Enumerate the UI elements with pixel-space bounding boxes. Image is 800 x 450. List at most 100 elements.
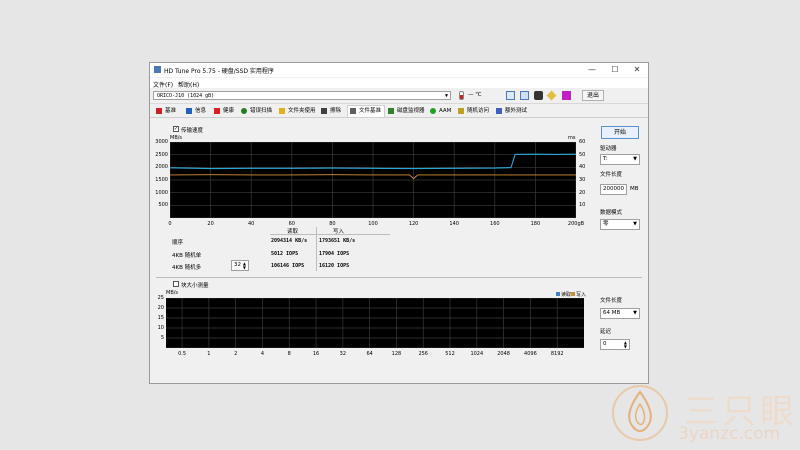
minimize-button[interactable]: — <box>581 63 603 77</box>
y2-tick-label: 40 <box>579 164 586 171</box>
block-x-tick-label: 16 <box>312 351 320 357</box>
options-icon[interactable] <box>546 90 557 101</box>
tab-health[interactable]: 健康 <box>212 106 242 116</box>
window-title: HD Tune Pro 5.75 - 硬盘/SSD 实用程序 <box>164 68 274 75</box>
benchmark-icon <box>156 108 162 114</box>
watermark: 三只眼 3yanzc.com <box>608 378 800 450</box>
block-file-length-select[interactable]: 64 MB ▼ <box>600 308 640 319</box>
y-tick-label: 2500 <box>155 151 168 158</box>
start-button[interactable]: 开始 <box>601 126 639 139</box>
tab-extra-tests[interactable]: 额外测试 <box>494 106 532 116</box>
random-4kb-single-label: 4KB 随机单 <box>172 253 202 259</box>
spin-arrows-icon: ▲ ▼ <box>242 261 246 270</box>
app-icon <box>154 66 161 73</box>
block-x-tick-label: 4096 <box>524 351 537 357</box>
tab-file-benchmark[interactable]: 文件基准 <box>347 105 385 117</box>
block-x-tick-label: 64 <box>366 351 373 357</box>
error-scan-icon <box>241 108 247 114</box>
erase-icon <box>321 108 327 114</box>
info-icon <box>186 108 192 114</box>
block-file-length-label: 文件长度 <box>600 298 623 304</box>
block-x-tick-label: 4 <box>260 351 265 357</box>
data-mode-label: 数据模式 <box>600 210 623 216</box>
x-tick-label: 40 <box>248 221 255 227</box>
tab-folder-usage[interactable]: 文件夹使用 <box>277 106 319 116</box>
file-benchmark-icon <box>350 108 356 114</box>
tab-benchmark[interactable]: 基准 <box>154 106 184 116</box>
file-length-value: 200000 <box>603 186 624 192</box>
disk-monitor-icon <box>388 108 394 114</box>
delay-stepper[interactable]: 0 ▲ ▼ <box>600 339 630 350</box>
drive-selector[interactable]: ORICO-J10 (1024 gB) ▼ <box>153 91 451 100</box>
block-x-tick-label: 2 <box>234 351 238 357</box>
save-icon[interactable] <box>562 91 571 100</box>
watermark-url: 3yanzc.com <box>678 424 781 444</box>
random-access-icon <box>458 108 464 114</box>
y-tick-label: 500 <box>158 202 168 209</box>
tab-aam[interactable]: AAM <box>428 106 456 116</box>
extra-tests-icon <box>496 108 502 114</box>
tab-info[interactable]: 信息 <box>184 106 214 116</box>
y-tick-label: 1500 <box>155 177 168 183</box>
file-length-input[interactable]: 200000 <box>600 184 627 195</box>
y2-tick-label: 30 <box>579 177 586 183</box>
y-tick-label: 2000 <box>155 164 168 171</box>
title-bar[interactable]: HD Tune Pro 5.75 - 硬盘/SSD 实用程序 — ☐ ✕ <box>150 63 648 77</box>
y-axis-unit: MB/s <box>170 135 183 141</box>
maximize-button[interactable]: ☐ <box>604 63 626 77</box>
menu-bar: 文件(F) 帮助(H) <box>150 78 648 89</box>
block-size-checkbox[interactable] <box>173 281 179 287</box>
drive-label: 驱动器 <box>600 146 617 152</box>
tab-disk-monitor[interactable]: 磁盘监视器 <box>386 106 428 116</box>
results-divider <box>270 234 390 235</box>
tab-error-scan[interactable]: 错误扫描 <box>239 106 277 116</box>
chevron-down-icon: ▼ <box>633 310 637 316</box>
thermometer-icon <box>459 91 464 100</box>
chevron-down-icon: ▼ <box>633 221 637 227</box>
health-icon <box>214 108 220 114</box>
y2-tick-label: 20 <box>579 189 586 196</box>
x-tick-label: 20 <box>207 221 214 227</box>
chevron-down-icon: ▼ <box>633 156 637 162</box>
watermark-logo-icon <box>612 385 668 441</box>
x-tick-label: 140 <box>449 221 459 227</box>
block-x-tick-label: 8192 <box>550 351 564 357</box>
x-tick-label: 180 <box>530 221 541 227</box>
tab-erase[interactable]: 擦除 <box>319 106 347 116</box>
temperature-readout: — ℃ <box>468 92 482 98</box>
drive-letter-value: T: <box>603 156 608 162</box>
delay-label: 延迟 <box>600 329 612 335</box>
file-length-label: 文件长度 <box>600 172 623 178</box>
chevron-down-icon: ▼ <box>444 93 448 99</box>
toolbar: ORICO-J10 (1024 gB) ▼ — ℃ 退出 <box>150 89 648 104</box>
x-tick-label: 120 <box>408 221 419 227</box>
spin-arrows-icon: ▲ ▼ <box>623 340 627 349</box>
tab-random-access[interactable]: 随机访问 <box>456 106 494 116</box>
block-x-tick-label: 8 <box>287 351 291 357</box>
block-x-tick-label: 128 <box>391 351 402 357</box>
section-divider <box>156 277 642 278</box>
camera-icon[interactable] <box>534 91 543 100</box>
block-x-tick-label: 512 <box>445 351 455 357</box>
copy-all-icon[interactable] <box>520 91 529 100</box>
transfer-chart <box>170 142 576 218</box>
drive-letter-select[interactable]: T: ▼ <box>600 154 640 165</box>
block-y-tick-label: 5 <box>160 335 164 341</box>
close-button[interactable]: ✕ <box>626 63 648 77</box>
block-x-tick-label: 1024 <box>470 351 484 357</box>
block-x-tick-label: 0.5 <box>178 351 187 357</box>
data-mode-select[interactable]: 零 ▼ <box>600 219 640 230</box>
block-y-tick-label: 10 <box>157 325 164 331</box>
x-tick-label: 80 <box>329 221 336 227</box>
copy-icon[interactable] <box>506 91 515 100</box>
y-tick-label: 1000 <box>155 189 168 196</box>
x-tick-label: 160 <box>490 221 500 227</box>
drive-selector-value: ORICO-J10 (1024 gB) <box>157 93 215 99</box>
y2-tick-label: 10 <box>579 202 586 209</box>
exit-button[interactable]: 退出 <box>582 90 604 101</box>
menu-file[interactable]: 文件(F) <box>153 80 173 89</box>
queue-depth-stepper[interactable]: 32 ▲ ▼ <box>231 260 249 271</box>
x-tick-label: 60 <box>288 221 295 227</box>
menu-help[interactable]: 帮助(H) <box>178 80 199 89</box>
transfer-speed-checkbox[interactable]: ✓ <box>173 126 179 132</box>
